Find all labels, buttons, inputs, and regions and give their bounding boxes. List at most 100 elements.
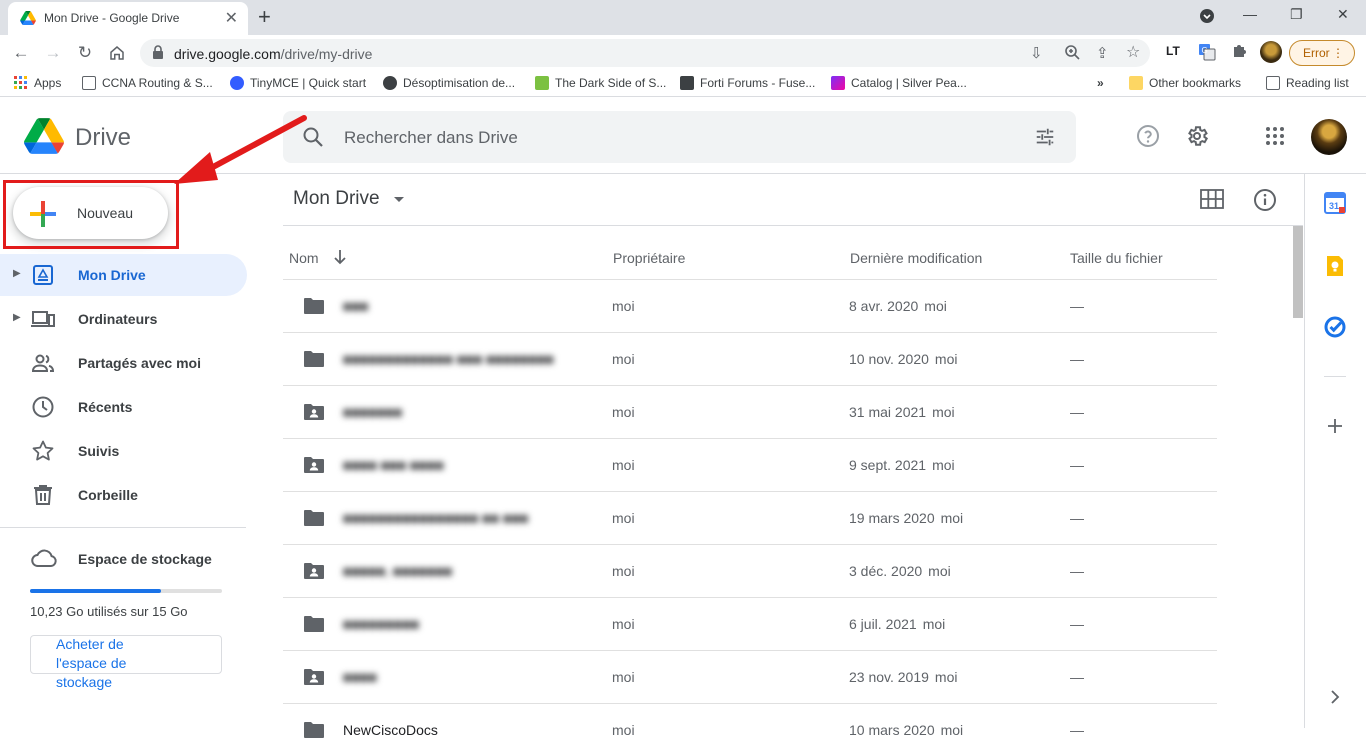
search-options-icon[interactable] [1034,126,1056,148]
sidebar-item-ordinateurs[interactable]: ▶ Ordinateurs [0,298,247,340]
chevron-right-icon[interactable] [1324,686,1346,708]
bookmark-desoptimisation[interactable]: Désoptimisation de... [383,76,515,90]
app-name[interactable]: Drive [75,124,131,152]
bookmark-dark-side[interactable]: The Dark Side of S... [535,76,666,90]
bookmark-star-icon[interactable]: ☆ [1126,42,1140,62]
file-name[interactable]: ■■■■■■■■■■■■■ ■■■ ■■■■■■■■ [343,351,554,367]
folder-icon [303,350,325,373]
keep-icon[interactable] [1324,255,1346,277]
file-name[interactable]: ■■■■■, ■■■■■■■ [343,563,452,579]
modified-by: moi [940,510,964,526]
bookmark-catalog[interactable]: Catalog | Silver Pea... [831,76,967,90]
bookmark-forti[interactable]: Forti Forums - Fuse... [680,76,815,90]
file-owner: moi [612,457,635,473]
forward-icon[interactable]: → [40,40,66,66]
tasks-icon[interactable] [1324,316,1346,338]
modified-date: 19 mars 2020 [849,510,935,526]
reading-list[interactable]: Reading list [1266,76,1349,90]
grid-view-icon[interactable] [1200,189,1224,209]
file-row[interactable]: ■■■■■, ■■■■■■■ moi 3 déc. 2020 moi — [283,544,1217,597]
bookmark-other[interactable]: Other bookmarks [1129,76,1241,90]
file-row[interactable]: ■■■■■■■■■■■■■■■■ ■■ ■■■ moi 19 mars 2020 mo… [283,491,1217,544]
sort-arrow-icon[interactable] [333,249,347,265]
sidebar-item-mon-drive[interactable]: ▶ Mon Drive [0,254,247,296]
file-row[interactable]: ■■■■ moi 23 nov. 2019 moi — [283,650,1217,703]
browser-tab-bar: Mon Drive - Google Drive ✕ + — ❐ ✕ [0,0,1366,35]
restore-icon[interactable]: ❐ [1290,6,1303,23]
cloud-icon [31,549,57,567]
page-title[interactable]: Mon Drive [293,188,380,210]
globe-favicon-icon [383,76,397,90]
modified-by: moi [934,669,958,685]
expand-caret-icon[interactable]: ▶ [13,312,21,323]
file-name[interactable]: ■■■■■■■ [343,404,402,420]
help-icon[interactable] [1136,124,1160,148]
browser-tab[interactable]: Mon Drive - Google Drive ✕ [8,2,248,35]
expand-caret-icon[interactable]: ▶ [13,268,21,279]
tab-close-icon[interactable]: ✕ [225,8,238,28]
home-icon[interactable] [104,40,130,66]
info-icon[interactable] [1253,188,1277,212]
sidebar-item-suivis[interactable]: Suivis [0,430,247,472]
error-button[interactable]: Error ⋮ [1289,40,1355,66]
minimize-icon[interactable]: — [1243,6,1257,22]
bookmark-ccna[interactable]: CCNA Routing & S... [82,76,213,90]
column-header-name[interactable]: Nom [289,250,319,266]
apps-launcher-icon[interactable] [1265,126,1285,146]
translate-extension-icon[interactable]: G [1198,43,1216,65]
sidebar-item-corbeille[interactable]: Corbeille [0,474,247,516]
share-icon[interactable]: ⇪ [1096,44,1109,62]
modified-by: moi [932,404,955,420]
file-row[interactable]: NewCiscoDocs moi 10 mars 2020 moi — [283,703,1217,756]
profile-avatar-icon[interactable] [1260,41,1282,63]
browser-toolbar: ← → ↻ drive.google.com/drive/my-drive ⇩ … [0,35,1366,71]
buy-storage-button[interactable]: Acheter de l'espace de stockage [30,635,222,690]
file-modified: 23 nov. 2019 moi [849,669,957,685]
column-header-modified[interactable]: Dernière modification [850,250,982,266]
zoom-icon[interactable] [1064,44,1080,64]
drive-logo-icon[interactable] [24,118,64,154]
scrollbar-thumb[interactable] [1293,226,1303,318]
file-row[interactable]: ■■■■■■■■■ moi 6 juil. 2021 moi — [283,597,1217,650]
sidebar-item-partages[interactable]: Partagés avec moi [0,342,247,384]
back-icon[interactable]: ← [8,40,34,66]
lt-extension-icon[interactable]: LT [1166,44,1180,58]
file-name[interactable]: ■■■■■■■■■ [343,616,419,632]
calendar-icon[interactable]: 31 [1324,192,1346,214]
settings-gear-icon[interactable] [1185,124,1209,148]
account-avatar[interactable] [1311,119,1347,155]
file-row[interactable]: ■■■ moi 8 avr. 2020 moi — [283,279,1217,332]
file-owner: moi [612,669,635,685]
bookmark-tinymce[interactable]: TinyMCE | Quick start [230,76,366,90]
bookmarks-overflow[interactable]: » [1097,76,1104,90]
storage-label[interactable]: Espace de stockage [78,551,212,567]
bookmark-apps[interactable]: Apps [14,76,61,90]
file-row[interactable]: ■■■■ ■■■ ■■■■ moi 9 sept. 2021 moi — [283,438,1217,491]
column-header-size[interactable]: Taille du fichier [1070,250,1163,266]
lock-icon[interactable] [152,45,164,59]
new-tab-icon[interactable]: + [258,4,271,30]
sidebar-item-recents[interactable]: Récents [0,386,247,428]
title-dropdown-icon[interactable] [393,196,405,204]
file-modified: 8 avr. 2020 moi [849,298,947,314]
add-addon-icon[interactable] [1324,415,1346,437]
url-text: drive.google.com/drive/my-drive [174,46,373,62]
file-name[interactable]: ■■■ [343,298,368,314]
tab-search-icon[interactable] [1199,8,1215,27]
file-row[interactable]: ■■■■■■■ moi 31 mai 2021 moi — [283,385,1217,438]
file-name[interactable]: ■■■■■■■■■■■■■■■■ ■■ ■■■ [343,510,528,526]
star-icon [32,440,54,461]
file-name[interactable]: ■■■■ [343,669,377,685]
file-row[interactable]: ■■■■■■■■■■■■■ ■■■ ■■■■■■■■ moi 10 nov. 202… [283,332,1217,385]
address-bar[interactable]: drive.google.com/drive/my-drive ⇩ ⇪ ☆ [140,39,1150,67]
file-name[interactable]: NewCiscoDocs [343,722,438,738]
window-close-icon[interactable]: ✕ [1337,6,1349,23]
install-icon[interactable]: ⇩ [1030,44,1043,62]
file-modified: 9 sept. 2021 moi [849,457,955,473]
extensions-puzzle-icon[interactable] [1231,43,1247,63]
column-header-owner[interactable]: Propriétaire [613,250,685,266]
file-name[interactable]: ■■■■ ■■■ ■■■■ [343,457,444,473]
reload-icon[interactable]: ↻ [72,40,98,66]
file-owner: moi [612,298,635,314]
search-bar[interactable]: Rechercher dans Drive [283,111,1076,163]
